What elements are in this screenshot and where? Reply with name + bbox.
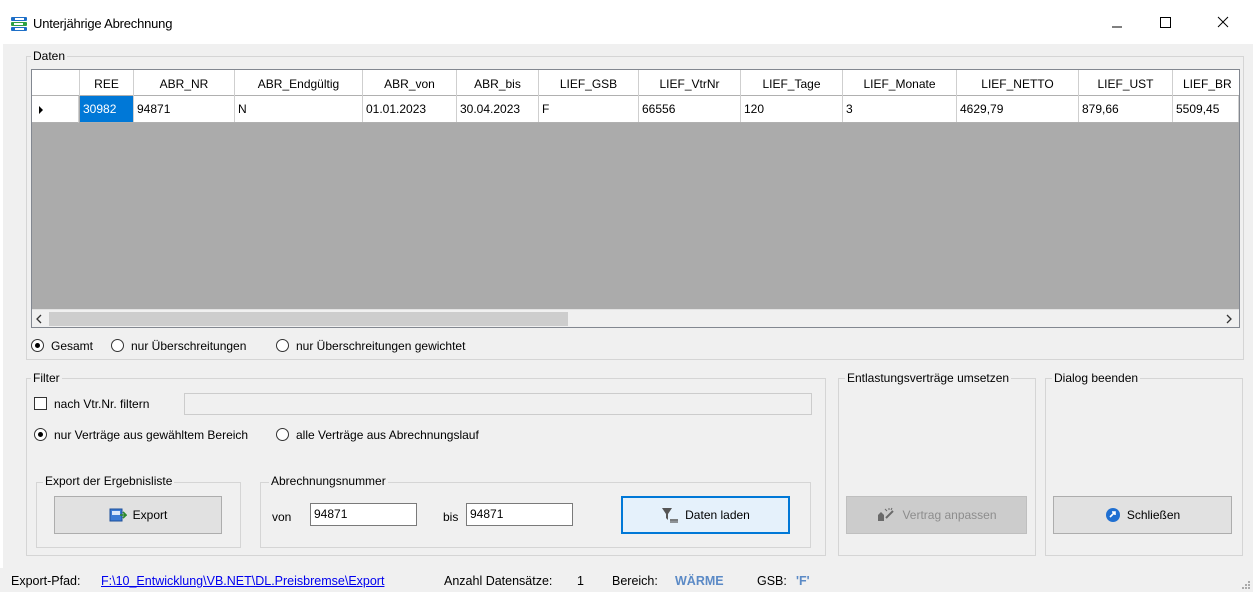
grid-header: REE ABR_NR ABR_Endgültig ABR_von ABR_bis…	[32, 70, 1239, 96]
scrollbar-thumb[interactable]	[49, 312, 568, 326]
von-input[interactable]: 94871	[310, 503, 417, 526]
table-cell[interactable]: 5509,45	[1173, 96, 1239, 122]
radio-gesamt-label[interactable]: Gesamt	[51, 339, 93, 353]
maximize-button[interactable]	[1142, 8, 1188, 38]
abrechnungsnummer-group-label: Abrechnungsnummer	[269, 474, 388, 488]
bis-input[interactable]: 94871	[466, 503, 573, 526]
title-bar: Unterjährige Abrechnung	[0, 0, 1253, 44]
vtr-filter-checkbox-label[interactable]: nach Vtr.Nr. filtern	[54, 397, 149, 411]
resize-grip-icon[interactable]	[1240, 579, 1250, 589]
data-grid[interactable]: REE ABR_NR ABR_Endgültig ABR_von ABR_bis…	[31, 69, 1240, 328]
table-cell[interactable]: 120	[741, 96, 843, 122]
record-count-label: Anzahl Datensätze:	[444, 574, 553, 588]
schliessen-button-label: Schließen	[1126, 508, 1181, 522]
table-cell[interactable]: 3	[843, 96, 957, 122]
close-icon	[1217, 16, 1229, 28]
close-circle-icon	[1105, 508, 1120, 522]
gsb-value: 'F'	[796, 574, 810, 588]
grid-corner	[32, 70, 80, 96]
window-title: Unterjährige Abrechnung	[33, 16, 173, 31]
radio-nur-ueberschreitungen[interactable]	[111, 339, 124, 352]
column-header[interactable]: LIEF_Tage	[741, 70, 843, 96]
vertrag-anpassen-button[interactable]: Vertrag anpassen	[846, 496, 1027, 534]
column-header[interactable]: ABR_NR	[134, 70, 235, 96]
filter-group-label: Filter	[31, 371, 62, 385]
table-cell[interactable]: 4629,79	[957, 96, 1079, 122]
table-cell[interactable]: F	[539, 96, 639, 122]
minimize-icon	[1112, 26, 1122, 28]
current-row-indicator-icon	[39, 106, 43, 114]
bereich-label: Bereich:	[612, 574, 658, 588]
column-header[interactable]: LIEF_BR	[1173, 70, 1239, 96]
radio-nur-bereich-label[interactable]: nur Verträge aus gewähltem Bereich	[54, 428, 248, 442]
dialog-group-label: Dialog beenden	[1052, 371, 1141, 385]
bereich-value: WÄRME	[675, 574, 724, 588]
table-cell[interactable]: 94871	[134, 96, 235, 122]
column-header[interactable]: LIEF_VtrNr	[639, 70, 741, 96]
scroll-right-icon[interactable]	[1224, 314, 1234, 324]
horizontal-scrollbar[interactable]	[32, 309, 1239, 327]
scroll-left-icon[interactable]	[35, 314, 45, 324]
export-button[interactable]: Export	[54, 496, 222, 534]
filter-load-icon	[662, 508, 679, 523]
radio-alle-vertraege-label[interactable]: alle Verträge aus Abrechnungslauf	[296, 428, 479, 442]
table-cell[interactable]: 879,66	[1079, 96, 1173, 122]
gsb-label: GSB:	[757, 574, 787, 588]
von-label: von	[272, 510, 292, 524]
column-header[interactable]: LIEF_GSB	[539, 70, 639, 96]
maximize-icon	[1160, 17, 1171, 28]
vertrag-anpassen-button-label: Vertrag anpassen	[902, 508, 997, 522]
daten-group-label: Daten	[31, 49, 68, 63]
status-bar: Export-Pfad: F:\10_Entwicklung\VB.NET\DL…	[0, 568, 1253, 592]
export-icon	[109, 508, 127, 522]
column-header[interactable]: LIEF_NETTO	[957, 70, 1079, 96]
export-group-label: Export der Ergebnisliste	[43, 474, 175, 488]
column-header[interactable]: ABR_von	[363, 70, 457, 96]
column-header[interactable]: REE	[80, 70, 134, 96]
close-button[interactable]	[1200, 8, 1246, 38]
minimize-button[interactable]	[1094, 8, 1140, 38]
record-count-value: 1	[577, 574, 584, 588]
bis-label: bis	[443, 510, 459, 524]
vtr-filter-checkbox[interactable]	[34, 397, 47, 410]
table-row[interactable]: 30982 94871 N 01.01.2023 30.04.2023 F 66…	[80, 96, 1239, 123]
daten-laden-button[interactable]: Daten laden	[621, 496, 790, 534]
radio-nur-ueberschreitungen-label[interactable]: nur Überschreitungen	[131, 339, 246, 353]
export-path-label: Export-Pfad:	[11, 574, 81, 588]
column-header[interactable]: ABR_bis	[457, 70, 539, 96]
app-icon	[11, 17, 27, 31]
radio-nur-ueberschreitungen-gewichtet-label[interactable]: nur Überschreitungen gewichtet	[296, 339, 465, 353]
column-header[interactable]: LIEF_Monate	[843, 70, 957, 96]
window-border	[0, 44, 3, 568]
export-path-link[interactable]: F:\10_Entwicklung\VB.NET\DL.Preisbremse\…	[101, 574, 384, 588]
radio-nur-bereich[interactable]	[34, 428, 47, 441]
export-button-label: Export	[132, 508, 168, 522]
vtr-filter-input[interactable]	[184, 393, 812, 415]
daten-laden-button-label: Daten laden	[685, 508, 750, 522]
column-header[interactable]: LIEF_UST	[1079, 70, 1173, 96]
contract-edit-icon	[878, 507, 895, 521]
column-header[interactable]: ABR_Endgültig	[235, 70, 363, 96]
radio-gesamt[interactable]	[31, 339, 44, 352]
row-header[interactable]	[32, 96, 79, 123]
radio-nur-ueberschreitungen-gewichtet[interactable]	[276, 339, 289, 352]
entlastung-group-label: Entlastungsverträge umsetzen	[845, 371, 1012, 385]
table-cell[interactable]: 30982	[80, 96, 134, 122]
table-cell[interactable]: 30.04.2023	[457, 96, 539, 122]
table-cell[interactable]: 01.01.2023	[363, 96, 457, 122]
table-cell[interactable]: 66556	[639, 96, 741, 122]
radio-alle-vertraege[interactable]	[276, 428, 289, 441]
table-cell[interactable]: N	[235, 96, 363, 122]
schliessen-button[interactable]: Schließen	[1053, 496, 1232, 534]
